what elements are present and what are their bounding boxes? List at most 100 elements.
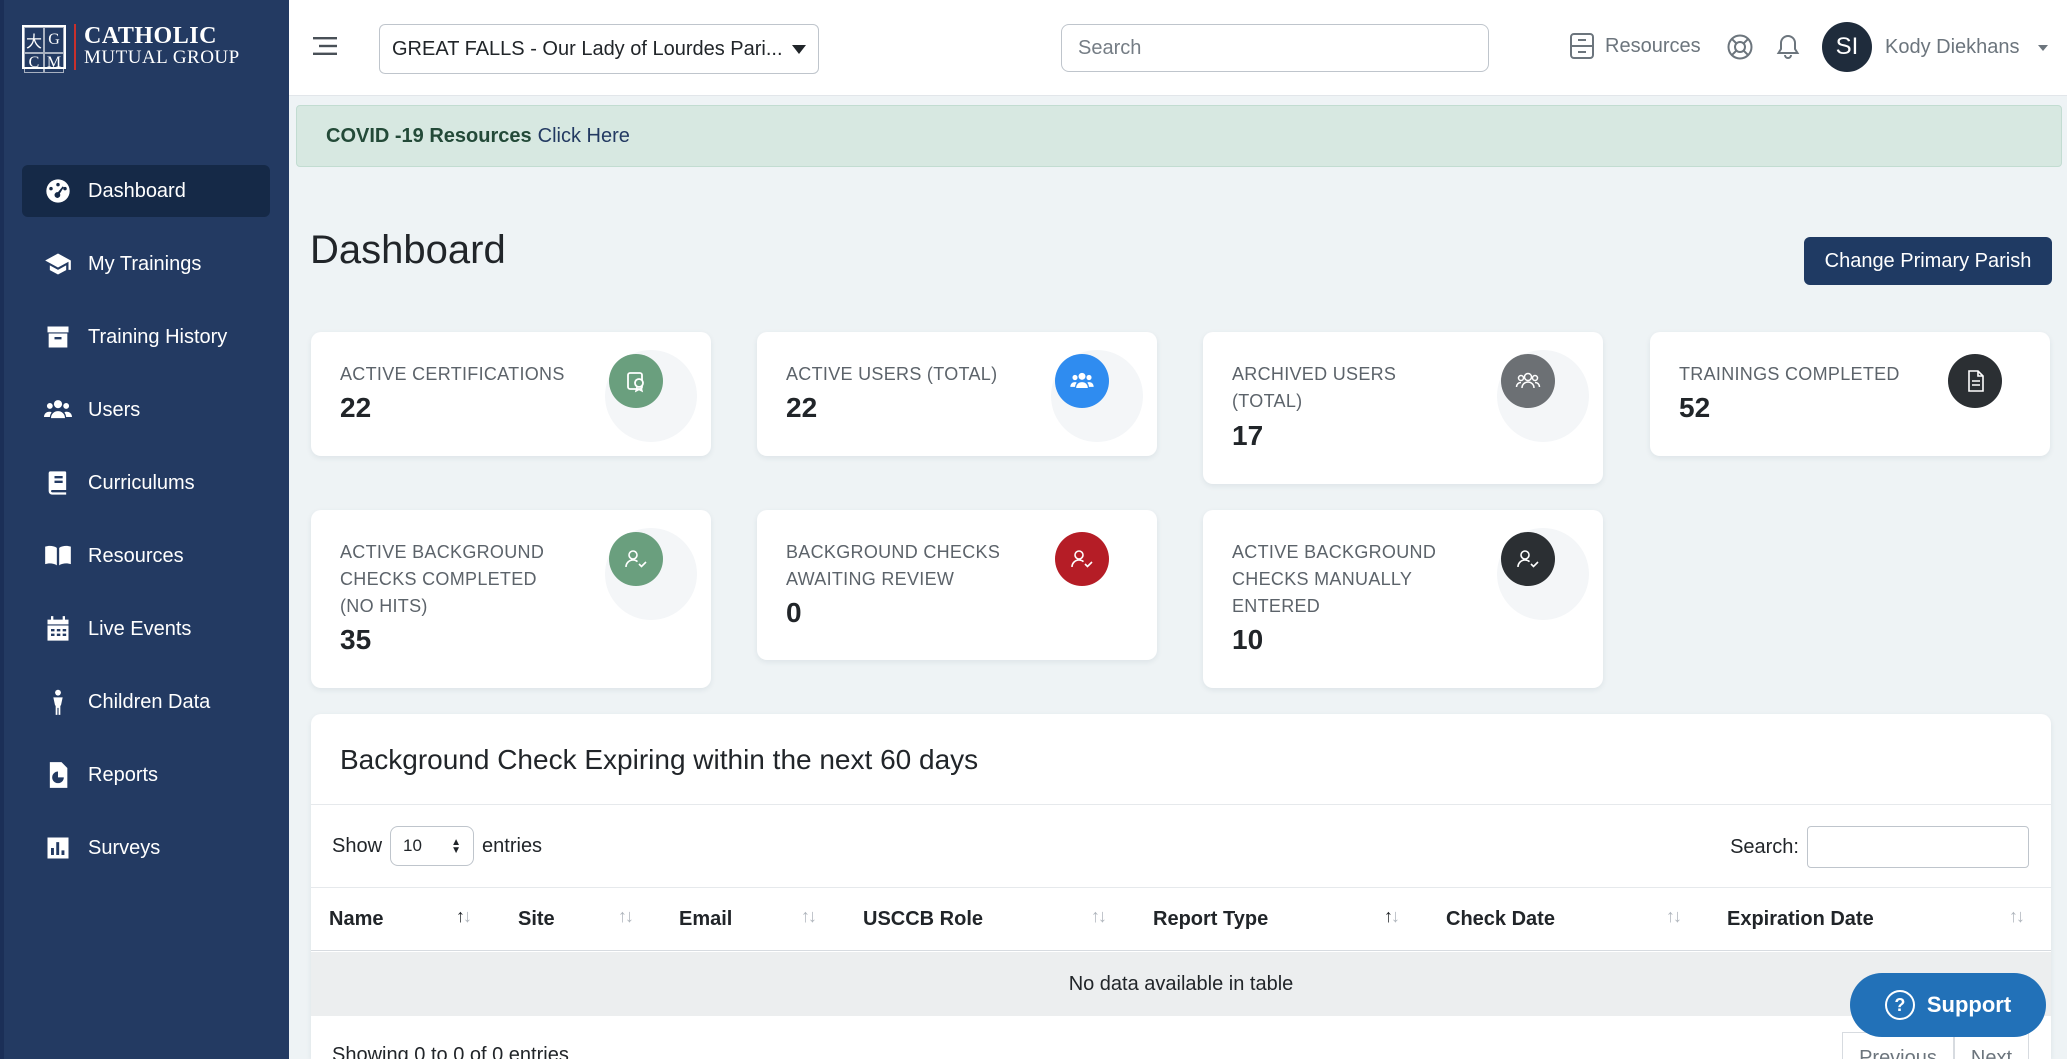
stat-card-archived-users[interactable]: ARCHIVED USERS (TOTAL) 17: [1203, 332, 1603, 484]
sidebar-item-label: My Trainings: [88, 252, 202, 275]
logo-mark: 大 G C M: [22, 25, 66, 73]
stat-card-trainings-completed[interactable]: TRAININGS COMPLETED 52: [1650, 332, 2050, 456]
stat-card-bg-checks-awaiting[interactable]: BACKGROUND CHECKS AWAITING REVIEW 0: [757, 510, 1157, 660]
sidebar-item-resources[interactable]: Resources: [22, 530, 270, 582]
logo-divider: [74, 24, 76, 70]
caret-down-icon: [792, 45, 806, 54]
stat-card-value: 22: [786, 392, 818, 423]
sidebar-nav: Dashboard My Trainings Training History …: [22, 165, 270, 895]
sidebar-item-users[interactable]: Users: [22, 384, 270, 436]
stat-card-badge: [1497, 528, 1589, 620]
book-icon: [42, 469, 74, 497]
graduation-cap-icon: [42, 250, 74, 278]
sidebar-item-curriculums[interactable]: Curriculums: [22, 457, 270, 509]
logo-mark-cell: M: [44, 53, 64, 73]
logo-mark-cell: G: [44, 27, 64, 53]
child-icon: [42, 688, 74, 716]
entries-select[interactable]: 10 ▲ ▼: [390, 826, 475, 866]
column-header-name[interactable]: Name: [329, 908, 383, 931]
alert-title: COVID -19 Resources: [326, 124, 532, 147]
stat-card-bg-checks-manual[interactable]: ACTIVE BACKGROUND CHECKS MANUALLY ENTERE…: [1203, 510, 1603, 688]
table-search-label: Search:: [1730, 835, 1799, 858]
alert-link[interactable]: Click Here: [538, 125, 630, 148]
user-check-icon: [1055, 532, 1109, 586]
logo-text: CATHOLIC MUTUAL GROUP: [84, 23, 240, 69]
sidebar-item-label: Users: [88, 398, 141, 421]
menu-toggle-icon[interactable]: [311, 32, 339, 60]
stat-card-badge: [1051, 350, 1143, 442]
sort-icon[interactable]: ↑↓: [1666, 906, 1682, 927]
stat-card-badge: [1944, 350, 2036, 442]
sidebar-item-reports[interactable]: Reports: [22, 749, 270, 801]
sort-icon[interactable]: ↑↓: [618, 906, 634, 927]
page-title: Dashboard: [310, 228, 506, 272]
change-primary-parish-button[interactable]: Change Primary Parish: [1804, 237, 2052, 285]
table-search-control: Search:: [1730, 826, 2029, 868]
lifebuoy-icon[interactable]: [1726, 33, 1754, 61]
empty-message: No data available in table: [1068, 972, 1294, 995]
sort-icon[interactable]: ↑↓: [1384, 906, 1400, 927]
logo-line-2: MUTUAL GROUP: [84, 47, 240, 68]
stat-card-label: ACTIVE BACKGROUND CHECKS MANUALLY ENTERE…: [1232, 542, 1437, 616]
user-check-icon: [1501, 532, 1555, 586]
user-menu[interactable]: Kody Diekhans: [1885, 36, 2020, 59]
caret-down-icon[interactable]: [2038, 45, 2048, 51]
resources-link[interactable]: Resources: [1569, 32, 1701, 60]
sidebar-item-dashboard[interactable]: Dashboard: [22, 165, 270, 217]
global-search-input[interactable]: [1061, 24, 1489, 72]
stat-card-label: ARCHIVED USERS (TOTAL): [1232, 364, 1397, 411]
column-header-usccb-role[interactable]: USCCB Role: [863, 908, 983, 931]
column-header-expiration-date[interactable]: Expiration Date: [1727, 908, 1874, 931]
stat-card-value: 35: [340, 624, 372, 655]
sidebar-item-label: Training History: [88, 325, 228, 348]
sidebar-item-label: Surveys: [88, 836, 161, 859]
stat-card-label: TRAININGS COMPLETED: [1679, 364, 1900, 384]
user-check-icon: [609, 532, 663, 586]
logo-mark-cell: C: [24, 53, 44, 73]
sort-icon[interactable]: ↑↓: [2009, 906, 2025, 927]
sidebar: 大 G C M CATHOLIC MUTUAL GROUP Dashboard …: [4, 0, 289, 1059]
stat-card-active-users[interactable]: ACTIVE USERS (TOTAL) 22: [757, 332, 1157, 456]
bell-icon[interactable]: [1774, 33, 1802, 61]
sort-icon[interactable]: ↑↓: [456, 906, 472, 927]
sort-icon[interactable]: ↑↓: [1091, 906, 1107, 927]
sidebar-item-label: Resources: [88, 544, 184, 567]
sort-icon[interactable]: ↑↓: [801, 906, 817, 927]
archived-users-icon: [1501, 354, 1555, 408]
stat-card-badge: [1497, 350, 1589, 442]
stat-card-label: ACTIVE CERTIFICATIONS: [340, 364, 565, 384]
stat-card-badge: [1051, 528, 1143, 620]
show-label: Show: [332, 834, 383, 857]
column-header-email[interactable]: Email: [679, 908, 732, 931]
stat-card-value: 22: [340, 392, 372, 423]
sidebar-item-label: Curriculums: [88, 471, 195, 494]
table-search-input[interactable]: [1807, 826, 2029, 868]
stat-card-label: ACTIVE USERS (TOTAL): [786, 364, 998, 384]
book-open-icon: [42, 542, 74, 570]
stat-card-value: 10: [1232, 624, 1264, 655]
sidebar-item-live-events[interactable]: Live Events: [22, 603, 270, 655]
covid-alert: COVID -19 Resources Click Here: [296, 105, 2062, 167]
sidebar-item-training-history[interactable]: Training History: [22, 311, 270, 363]
report-icon: [42, 761, 74, 789]
stat-card-active-certifications[interactable]: ACTIVE CERTIFICATIONS 22: [311, 332, 711, 456]
brand-logo[interactable]: 大 G C M CATHOLIC MUTUAL GROUP: [22, 23, 240, 73]
column-header-site[interactable]: Site: [518, 908, 555, 931]
stat-card-bg-checks-no-hits[interactable]: ACTIVE BACKGROUND CHECKS COMPLETED (NO H…: [311, 510, 711, 688]
logo-line-1: CATHOLIC: [84, 23, 217, 49]
sidebar-item-my-trainings[interactable]: My Trainings: [22, 238, 270, 290]
parish-select-value: GREAT FALLS - Our Lady of Lourdes Pari..…: [392, 37, 783, 60]
logo-mark-cell: 大: [24, 27, 44, 53]
sidebar-item-children-data[interactable]: Children Data: [22, 676, 270, 728]
sidebar-item-label: Live Events: [88, 617, 192, 640]
parish-select[interactable]: GREAT FALLS - Our Lady of Lourdes Pari..…: [379, 24, 819, 74]
sidebar-item-surveys[interactable]: Surveys: [22, 822, 270, 874]
users-icon: [1055, 354, 1109, 408]
certificate-icon: [609, 354, 663, 408]
avatar[interactable]: SI: [1822, 22, 1872, 72]
column-header-check-date[interactable]: Check Date: [1446, 908, 1555, 931]
support-button[interactable]: ? Support: [1850, 973, 2046, 1037]
column-header-report-type[interactable]: Report Type: [1153, 908, 1268, 931]
stat-card-badge: [605, 528, 697, 620]
support-label: Support: [1926, 992, 2012, 1017]
